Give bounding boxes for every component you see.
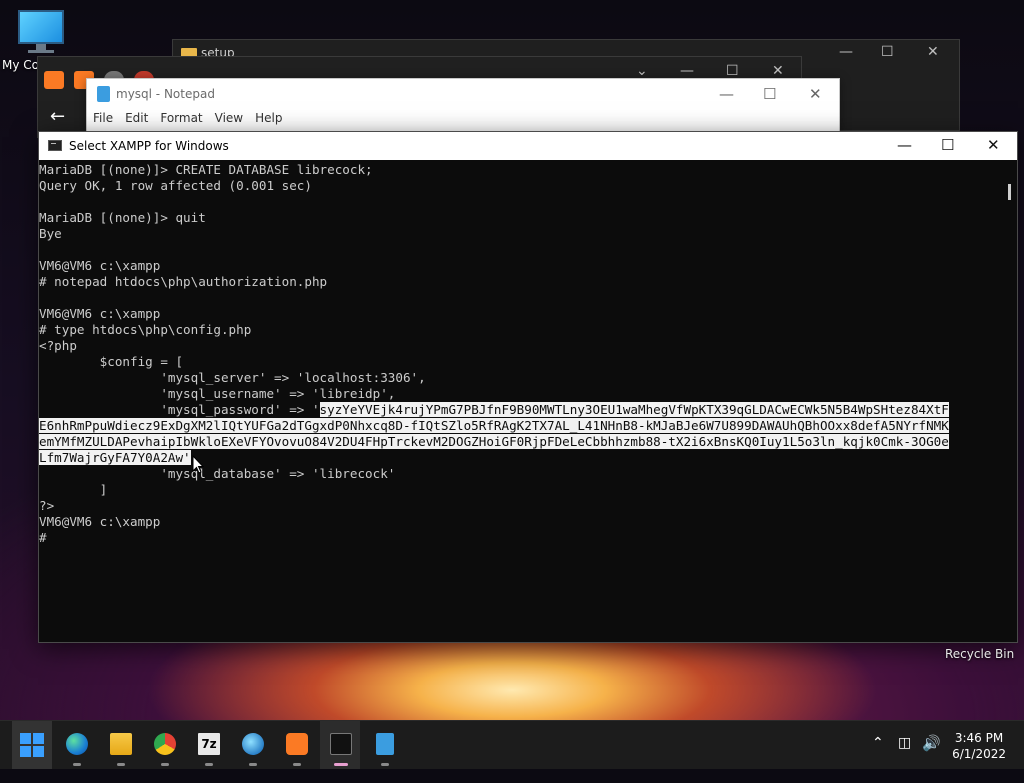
taskbar-terminal[interactable] [320,721,360,769]
minimize-icon[interactable]: — [839,44,853,60]
notepad-icon [97,86,110,102]
chevron-up-icon[interactable]: ⌃ [872,735,884,783]
console-line: ?> [39,498,55,513]
close-icon[interactable]: ✕ [987,136,1000,154]
menu-view[interactable]: View [215,111,243,125]
console-line: MariaDB [(none)]> quit [39,210,206,225]
console-titlebar[interactable]: Select XAMPP for Windows — ☐ ✕ [39,132,1017,160]
file-explorer-icon [110,733,132,755]
windows-logo-icon [20,733,44,757]
monitor-icon [18,10,64,44]
back-arrow-icon[interactable]: ← [50,106,65,127]
notepad-window[interactable]: mysql - Notepad File Edit Format View He… [86,78,840,132]
minimize-icon[interactable]: — [897,136,912,154]
taskbar-notepad[interactable] [364,721,404,769]
console-line: Bye [39,226,62,241]
maximize-icon[interactable]: ☐ [881,44,894,60]
taskbar-network[interactable] [232,721,272,769]
console-output[interactable]: MariaDB [(none)]> CREATE DATABASE librec… [39,162,1001,640]
taskbar-xampp[interactable] [276,721,316,769]
console-line: 'mysql_username' => 'libreidp', [39,386,396,401]
mouse-cursor-icon [192,454,206,479]
console-line: 'mysql_database' => 'librecock' [39,466,396,481]
selected-password-text: syzYeYVEjk4rujYPmG7PBJfnF9B90MWTLny3OEU1… [319,402,949,417]
terminal-icon [330,733,352,755]
console-line: $config = [ [39,354,184,369]
taskbar-edge[interactable] [56,721,96,769]
maximize-icon[interactable]: ☐ [726,63,739,79]
selected-password-text: Lfm7WajrGyFA7Y0A2Aw' [39,450,191,465]
console-line: MariaDB [(none)]> CREATE DATABASE librec… [39,162,373,177]
console-title: Select XAMPP for Windows [69,139,229,153]
clock-date: 6/1/2022 [952,747,1006,761]
xampp-icon [286,733,308,755]
console-line: VM6@VM6 c:\xampp [39,306,161,321]
notepad-icon [376,733,394,755]
network-icon[interactable]: ◫ [898,735,911,783]
close-icon[interactable]: ✕ [927,44,939,60]
taskbar-7zip[interactable]: 7z [188,721,228,769]
menu-format[interactable]: Format [160,111,202,125]
console-line: VM6@VM6 c:\xampp [39,514,161,529]
notepad-menu-bar: File Edit Format View Help [93,111,282,125]
recycle-bin-label[interactable]: Recycle Bin [945,647,1014,661]
console-app-icon [48,140,62,151]
console-line: ] [39,482,108,497]
notepad-title: mysql - Notepad [116,87,215,101]
close-icon[interactable]: ✕ [772,63,784,79]
close-icon[interactable]: ✕ [809,85,822,103]
maximize-icon[interactable]: ☐ [763,85,776,103]
start-button[interactable] [12,721,52,769]
minimize-icon[interactable]: — [719,85,734,103]
clock-time: 3:46 PM [954,731,1004,745]
menu-help[interactable]: Help [255,111,282,125]
console-line: # type htdocs\php\config.php [39,322,252,337]
maximize-icon[interactable]: ☐ [941,136,954,154]
console-line: # [39,530,47,545]
console-line: VM6@VM6 c:\xampp [39,258,161,273]
console-line: # notepad htdocs\php\authorization.php [39,274,328,289]
selected-password-text: emYMfMZULDAPevhaipIbWkloEXeVFYOvovuO84V2… [39,434,949,449]
chevron-down-icon[interactable]: ⌄ [636,63,648,79]
taskbar-clock[interactable]: 3:46 PM 6/1/2022 [952,730,1006,762]
console-scrollbar[interactable] [1001,162,1017,640]
taskbar-file-explorer[interactable] [100,721,140,769]
console-line: 'mysql_password' => ' [39,402,320,417]
console-line: Query OK, 1 row affected (0.001 sec) [39,178,312,193]
xampp-tab-icon[interactable] [44,71,64,89]
minimize-icon[interactable]: — [680,63,694,79]
taskbar-chrome[interactable] [144,721,184,769]
network-globe-icon [242,733,264,755]
scrollbar-thumb[interactable] [1008,184,1011,200]
console-line: 'mysql_server' => 'localhost:3306', [39,370,426,385]
console-window[interactable]: Select XAMPP for Windows — ☐ ✕ MariaDB [… [38,131,1018,643]
volume-icon[interactable]: 🔊 [922,734,941,782]
edge-icon [66,733,88,755]
selected-password-text: E6nhRmPpuWdiecz9ExDgXM2lIQtYUFGa2dTGgxdP… [39,418,949,433]
menu-file[interactable]: File [93,111,113,125]
console-line: <?php [39,338,77,353]
chrome-icon [154,733,176,755]
menu-edit[interactable]: Edit [125,111,148,125]
taskbar: 7z ⌃ ◫ 🔊 3:46 PM 6/1/2022 [0,720,1024,769]
desktop-icon-label: My Co [2,58,39,72]
7zip-icon: 7z [198,733,220,755]
